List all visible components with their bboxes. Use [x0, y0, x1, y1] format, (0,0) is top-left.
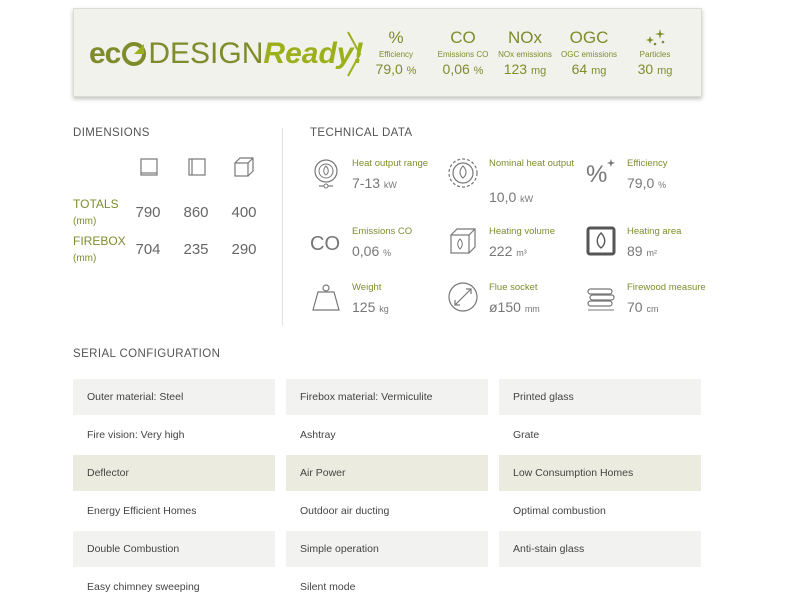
- eco-stat-label: Particles: [639, 50, 671, 59]
- weight-icon: [312, 284, 340, 311]
- tech-value: 222 m³: [489, 243, 527, 259]
- tech-item-emissions-co: CO Emissions CO 0,06 %: [310, 225, 450, 275]
- config-item: Anti-stain glass: [499, 531, 701, 567]
- nox-symbol: NOx: [508, 28, 542, 47]
- tech-item-heat-output: Heat output range 7-13 kW: [310, 157, 450, 207]
- tech-label: Firewood measure: [627, 282, 706, 293]
- tech-item-firewood-measure: Firewood measure 70 cm: [585, 281, 725, 331]
- eco-stat-efficiency: % Efficiency 79,0 %: [370, 27, 422, 77]
- section-divider: [282, 128, 283, 326]
- config-item: Low Consumption Homes: [499, 455, 701, 491]
- tech-value: 70 cm: [627, 299, 659, 315]
- heating-volume-icon: [450, 228, 476, 254]
- eco-stat-co: CO Emissions CO 0,06 %: [432, 27, 494, 77]
- eco-stat-value: 79,0 %: [375, 61, 417, 77]
- tech-label: Weight: [352, 282, 382, 293]
- tech-item-weight: Weight 125 kg: [310, 281, 450, 331]
- efficiency-icon: %: [586, 159, 615, 188]
- config-item: Optimal combustion: [499, 493, 701, 529]
- totals-height-value: 400: [231, 204, 257, 221]
- config-item: Outer material: Steel: [73, 379, 275, 415]
- height-icon: [234, 157, 254, 177]
- eco-stat-value: 64 mg: [571, 61, 607, 77]
- tech-value: 10,0 kW: [489, 189, 534, 205]
- tech-value: 7-13 kW: [352, 175, 397, 191]
- chevron-right-icon: [347, 31, 362, 77]
- flue-socket-icon: [448, 282, 478, 312]
- config-item: Printed glass: [499, 379, 701, 415]
- tech-item-flue-socket: Flue socket ø150 mm: [447, 281, 587, 331]
- logo-eco-text: ec: [89, 37, 121, 70]
- tech-value: 0,06 %: [352, 243, 392, 259]
- eco-stat-value: 30 mg: [637, 61, 673, 77]
- tech-label: Heating volume: [489, 226, 556, 237]
- depth-icon: [188, 158, 206, 176]
- firewood-icon: [587, 288, 615, 311]
- tech-label: Flue socket: [489, 282, 538, 293]
- config-item: Simple operation: [286, 531, 488, 567]
- tech-item-heating-volume: Heating volume 222 m³: [447, 225, 587, 275]
- totals-width-value: 790: [135, 204, 161, 221]
- ecodesign-logo: ec DESIGNReady!: [89, 37, 363, 77]
- tech-label: Efficiency: [627, 158, 668, 169]
- svg-text:CO: CO: [310, 233, 340, 255]
- particles-icon: [630, 27, 680, 49]
- ogc-symbol: OGC: [569, 28, 609, 47]
- logo-design-text: DESIGN: [148, 37, 264, 70]
- config-item: Deflector: [73, 455, 275, 491]
- tech-label: Heating area: [627, 226, 682, 237]
- config-item: Firebox material: Vermiculite: [286, 379, 488, 415]
- eco-stat-value: 123 mg: [503, 61, 547, 77]
- tech-label: Heat output range: [352, 158, 429, 169]
- config-item: Silent mode: [286, 569, 488, 600]
- co-icon: CO: [310, 233, 340, 255]
- config-item: Ashtray: [286, 417, 488, 453]
- leaf-icon: [122, 42, 147, 66]
- dimensions-title: DIMENSIONS: [73, 127, 150, 139]
- svg-text:%: %: [586, 161, 607, 188]
- config-item: Energy Efficient Homes: [73, 493, 275, 529]
- dimension-row-firebox-label: FIREBOX (mm): [73, 234, 126, 264]
- tech-value: 79,0 %: [627, 175, 667, 191]
- tech-item-nominal-output: Nominal heat output 10,0 kW: [447, 157, 587, 207]
- eco-stat-label: NOx emissions: [498, 50, 552, 59]
- nominal-output-icon: [448, 158, 478, 188]
- config-item: Fire vision: Very high: [73, 417, 275, 453]
- serial-configuration-title: SERIAL CONFIGURATION: [73, 348, 221, 360]
- eco-stat-ogc: OGC OGC emissions 64 mg: [561, 27, 617, 77]
- co-symbol: CO: [450, 28, 476, 47]
- totals-depth-value: 860: [183, 204, 209, 221]
- dimension-row-totals-label: TOTALS (mm): [73, 197, 119, 227]
- firebox-width-value: 704: [135, 241, 161, 258]
- config-item: Double Combustion: [73, 531, 275, 567]
- tech-value: 89 m²: [627, 243, 657, 259]
- heat-output-icon: [314, 159, 338, 189]
- config-item: Air Power: [286, 455, 488, 491]
- technical-data-title: TECHNICAL DATA: [310, 127, 413, 139]
- width-icon: [140, 158, 158, 176]
- eco-stat-nox: NOx NOx emissions 123 mg: [498, 27, 552, 77]
- tech-label: Emissions CO: [352, 226, 413, 237]
- ecodesign-banner: ec DESIGNReady! % Efficiency 79,0 % CO E…: [73, 8, 702, 97]
- eco-stat-value: 0,06 %: [442, 61, 484, 77]
- config-item: Grate: [499, 417, 701, 453]
- tech-item-efficiency: % Efficiency 79,0 %: [585, 157, 725, 207]
- tech-label: Nominal heat output: [489, 158, 575, 169]
- firebox-height-value: 290: [231, 241, 257, 258]
- firebox-depth-value: 235: [183, 241, 209, 258]
- eco-stat-label: OGC emissions: [561, 50, 618, 59]
- eco-stat-label: Efficiency: [378, 50, 414, 59]
- config-item: Outdoor air ducting: [286, 493, 488, 529]
- percent-icon: %: [388, 28, 404, 47]
- config-item: Easy chimney sweeping: [73, 569, 275, 600]
- eco-stat-particles: Particles 30 mg: [630, 27, 680, 77]
- tech-value: 125 kg: [352, 299, 389, 315]
- heating-area-icon: [586, 226, 616, 256]
- eco-stat-label: Emissions CO: [437, 50, 489, 59]
- tech-value: ø150 mm: [489, 299, 540, 315]
- tech-item-heating-area: Heating area 89 m²: [585, 225, 725, 275]
